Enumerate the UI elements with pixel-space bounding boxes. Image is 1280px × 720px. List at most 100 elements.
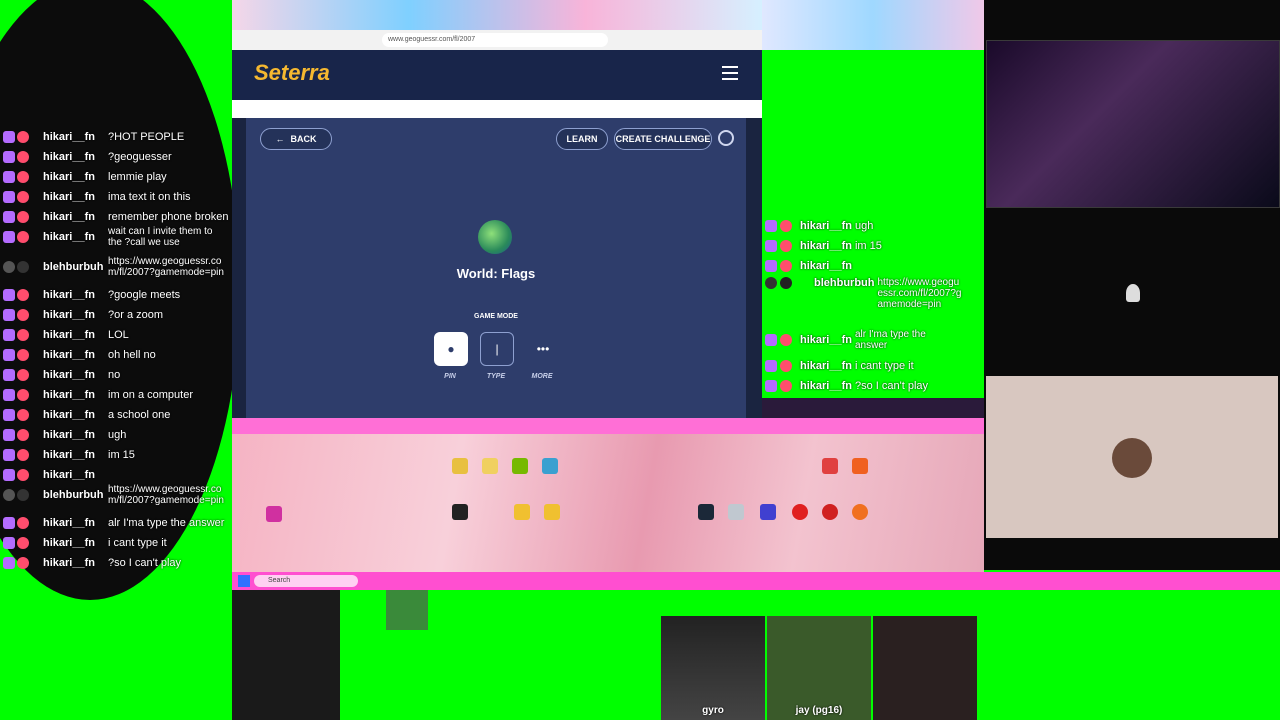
badge-icon [3,329,15,341]
opera-gx-icon[interactable] [822,504,838,520]
opera-icon[interactable] [792,504,808,520]
folder-icon[interactable] [452,458,468,474]
chat-message: hikari__fn alr I'ma type the answer [762,329,929,351]
chat-message: hikari__fn [0,465,108,485]
chat-text: alr I'ma type the answer [854,329,926,351]
chat-text: i cant type it [108,537,167,549]
game-mode-label: GAME MODE [474,313,518,320]
badge-icon [780,220,792,232]
mode-more-button[interactable]: ••• [526,332,560,366]
badge-icon [17,309,29,321]
nvidia-icon[interactable] [512,458,528,474]
chat-message: hikari__fn im 15 [0,445,135,465]
badge-icon [3,369,15,381]
participant-tile-3 [873,616,977,720]
site-logo[interactable]: Seterra [254,60,330,86]
header-divider [232,100,762,118]
mode-type-button[interactable]: | [480,332,514,366]
url-field[interactable]: www.geoguessr.com/fl/2007 [382,33,608,47]
chat-username: hikari__fn [800,360,852,372]
folder-icon[interactable] [544,504,560,520]
desktop-wallpaper [232,418,984,590]
chat-username: hikari__fn [800,240,852,252]
folder-icon[interactable] [514,504,530,520]
badge-icon [3,449,15,461]
app-icon[interactable] [266,506,282,522]
taskbar-search[interactable]: Search [254,575,358,587]
chat-text: alr I'ma type the answer [108,517,225,529]
badge-icon [765,380,777,392]
badge-icon [17,211,29,223]
quiz-card: ← BACK LEARN CREATE CHALLENGE World: Flag… [246,118,746,418]
address-bar-row: www.geoguessr.com/fl/2007 [232,30,762,50]
cursor-icon: | [495,342,499,356]
chat-username: hikari__fn [800,260,852,272]
badge-icon [17,557,29,569]
chat-text: ugh [854,220,874,232]
map-icon[interactable] [822,458,838,474]
download-icon[interactable] [852,458,868,474]
chat-username: hikari__fn [800,380,852,392]
gear-icon[interactable] [718,130,734,146]
chat-username: hikari__fn [43,309,95,321]
thumbnail [386,590,428,630]
webcam-feed-main [986,40,1280,208]
participant-tile-gyro: gyro [661,616,765,720]
menu-icon[interactable] [722,66,738,80]
pin-icon: ● [447,342,455,356]
mode-pin-button[interactable]: ● [434,332,468,366]
chat-text: ?or a zoom [108,309,164,321]
badge-icon [17,389,29,401]
dark-panel [232,590,340,720]
badge-icon [17,449,29,461]
chat-username: hikari__fn [43,429,95,441]
chat-username: hikari__fn [43,469,95,481]
chat-text: wait can I invite them to the ?call we u… [108,226,213,248]
chat-message: hikari__fn ?HOT PEOPLE [0,127,184,147]
app-icon[interactable] [760,504,776,520]
chat-message: blehburbuh https://www.geoguessr.com/fl/2… [0,256,228,278]
badge-icon [3,349,15,361]
chat-username: hikari__fn [43,389,95,401]
chat-username: hikari__fn [43,191,95,203]
back-button[interactable]: ← BACK [260,128,332,150]
chat-link[interactable]: https://www.geoguessr.com/fl/2007?gamemo… [108,256,228,278]
mode-more-label: MORE [531,373,553,380]
badge-icon [17,537,29,549]
badge-icon [3,211,15,223]
browser-window: www.geoguessr.com/fl/2007 Seterra ← BACK … [232,0,762,418]
badge-icon [17,131,29,143]
badge-icon [780,360,792,372]
badge-icon [765,334,777,346]
badge-icon [17,489,29,501]
chat-message: hikari__fn ima text it on this [0,187,191,207]
chat-link[interactable]: https://www.geoguessr.com/fl/2007?gamemo… [878,277,962,310]
chat-text: lemmie play [108,171,167,183]
create-challenge-button[interactable]: CREATE CHALLENGE [614,128,712,150]
left-chat-overlay: hikari__fn ?HOT PEOPLE hikari__fn ?geogues… [0,110,232,590]
badge-icon [3,309,15,321]
mode-type-label: TYPE [486,373,506,380]
chat-link[interactable]: https://www.geoguessr.com/fl/2007?gamemo… [108,484,228,506]
badge-icon [765,277,777,289]
chat-username: hikari__fn [800,220,852,232]
browser-tab-bar[interactable] [232,0,762,30]
chat-message: hikari__fn wait can I invite them to the … [0,226,226,248]
folder-icon[interactable] [482,458,498,474]
windows-start-icon[interactable] [238,575,250,587]
chat-username: hikari__fn [800,334,852,346]
chat-text: ?so I can't play [108,557,182,569]
learn-button[interactable]: LEARN [556,128,608,150]
person-icon [1126,284,1140,302]
chat-text: i cant type it [854,360,914,372]
secondary-browser-tabs[interactable] [762,0,984,50]
app-icon[interactable] [728,504,744,520]
desktop-top-taskbar [232,418,984,434]
chat-username: hikari__fn [43,449,95,461]
firefox-icon[interactable] [852,504,868,520]
app-icon[interactable] [452,504,468,520]
chat-message: hikari__fn im on a computer [0,385,193,405]
app-icon[interactable] [542,458,558,474]
steam-icon[interactable] [698,504,714,520]
chat-message: hikari__fn LOL [0,325,129,345]
